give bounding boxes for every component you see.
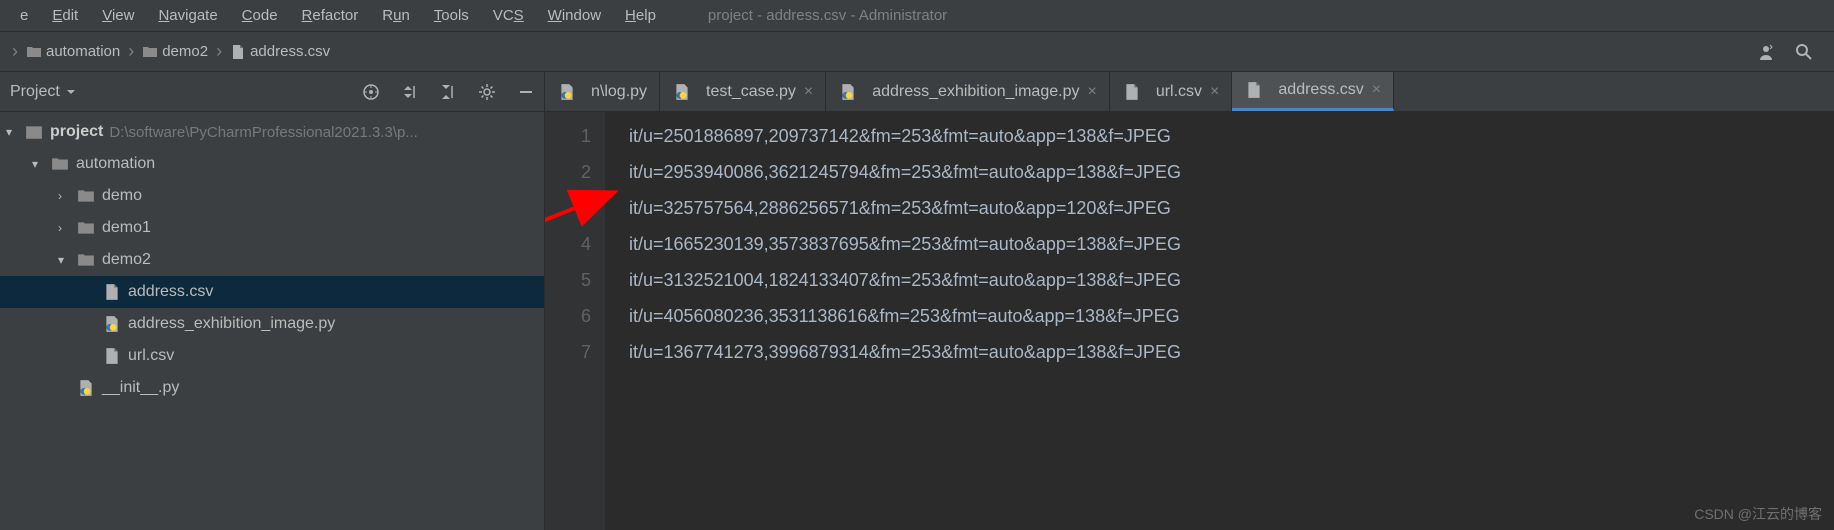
- tab-address-csv[interactable]: address.csv ×: [1232, 72, 1394, 111]
- chevron-right-icon: ›: [128, 41, 134, 62]
- tree-item-demo[interactable]: › demo: [0, 180, 544, 212]
- menu-view[interactable]: View: [90, 3, 146, 28]
- menu-run[interactable]: Run: [370, 3, 422, 28]
- menu-window[interactable]: Window: [536, 3, 613, 28]
- project-view-selector[interactable]: Project: [10, 83, 76, 101]
- navigation-bar: › automation › demo2 › address.csv: [0, 32, 1834, 72]
- breadcrumb-file[interactable]: address.csv: [226, 41, 334, 62]
- user-icon[interactable]: [1756, 42, 1776, 62]
- hide-icon[interactable]: [518, 84, 534, 100]
- tree-item-url-csv[interactable]: url.csv: [0, 340, 544, 372]
- tree-item-automation[interactable]: ▾ automation: [0, 148, 544, 180]
- tree-item-address-exhibition-image-py[interactable]: address_exhibition_image.py: [0, 308, 544, 340]
- project-tree[interactable]: ▾ project D:\software\PyCharmProfessiona…: [0, 112, 544, 408]
- editor-tabs: n\log.py test_case.py × address_exhibiti…: [545, 72, 1834, 112]
- menu-file[interactable]: e: [8, 3, 40, 28]
- tab-url-csv[interactable]: url.csv ×: [1110, 72, 1233, 111]
- menu-help[interactable]: Help: [613, 3, 668, 28]
- tab-n-log-py[interactable]: n\log.py: [545, 72, 660, 111]
- editor-area: n\log.py test_case.py × address_exhibiti…: [545, 72, 1834, 530]
- search-icon[interactable]: [1794, 42, 1814, 62]
- tab-test-case-py[interactable]: test_case.py ×: [660, 72, 826, 111]
- menu-tools[interactable]: Tools: [422, 3, 481, 28]
- select-opened-file-icon[interactable]: [362, 83, 380, 101]
- menu-edit[interactable]: Edit: [40, 3, 90, 28]
- tree-item-demo1[interactable]: › demo1: [0, 212, 544, 244]
- window-title: project - address.csv - Administrator: [708, 7, 947, 24]
- menu-navigate[interactable]: Navigate: [146, 3, 229, 28]
- chevron-down-icon: [66, 87, 76, 97]
- watermark: CSDN @江云的博客: [1694, 504, 1822, 524]
- close-icon[interactable]: ×: [804, 83, 813, 101]
- menu-vcs[interactable]: VCS: [481, 3, 536, 28]
- close-icon[interactable]: ×: [1087, 83, 1096, 101]
- collapse-all-icon[interactable]: [440, 84, 456, 100]
- editor-content[interactable]: it/u=2501886897,209737142&fm=253&fmt=aut…: [605, 112, 1834, 530]
- gear-icon[interactable]: [478, 83, 496, 101]
- breadcrumb-demo2[interactable]: demo2: [138, 41, 212, 62]
- menu-refactor[interactable]: Refactor: [290, 3, 371, 28]
- breadcrumb-automation[interactable]: automation: [22, 41, 124, 62]
- close-icon[interactable]: ×: [1210, 83, 1219, 101]
- expand-all-icon[interactable]: [402, 84, 418, 100]
- close-icon[interactable]: ×: [1372, 81, 1381, 99]
- menu-bar: eEditViewNavigateCodeRefactorRunToolsVCS…: [0, 0, 1834, 32]
- project-tool-window: Project ▾ project D:\software\PyCharmPro…: [0, 72, 545, 530]
- tree-root[interactable]: ▾ project D:\software\PyCharmProfessiona…: [0, 116, 544, 148]
- tab-address-exhibition-image-py[interactable]: address_exhibition_image.py ×: [826, 72, 1110, 111]
- editor-gutter: 1234567: [545, 112, 605, 530]
- chevron-right-icon: ›: [12, 41, 18, 62]
- editor[interactable]: 1234567 it/u=2501886897,209737142&fm=253…: [545, 112, 1834, 530]
- tree-item---init---py[interactable]: __init__.py: [0, 372, 544, 404]
- menu-code[interactable]: Code: [230, 3, 290, 28]
- chevron-right-icon: ›: [216, 41, 222, 62]
- tree-item-address-csv[interactable]: address.csv: [0, 276, 544, 308]
- tree-item-demo2[interactable]: ▾ demo2: [0, 244, 544, 276]
